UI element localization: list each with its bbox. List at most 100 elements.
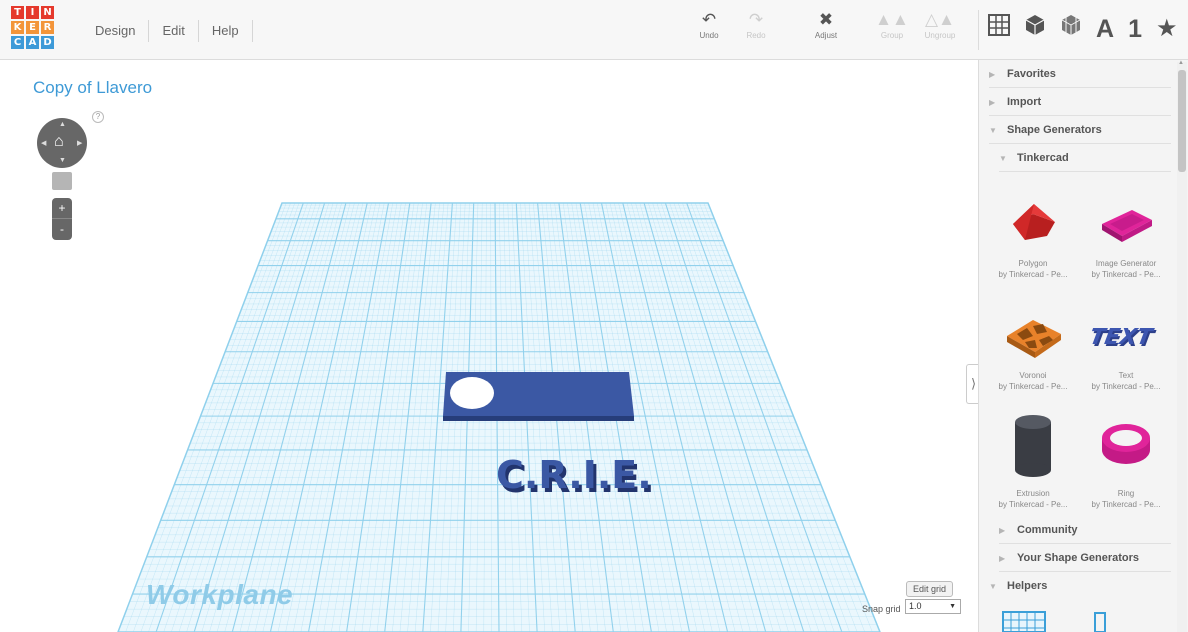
logo-letter: C (11, 36, 24, 49)
section-shape-generators[interactable]: ▼ Shape Generators (989, 116, 1171, 144)
design-title[interactable]: Copy of Llavero (33, 78, 152, 98)
shape-text[interactable]: TEXT TEXT Text by Tinkercad - Pe... (1081, 308, 1171, 392)
toolbar-divider (978, 10, 979, 50)
logo-letter: R (41, 21, 54, 34)
subsection-community[interactable]: ▶ Community (999, 516, 1171, 544)
ungroup-label: Ungroup (924, 31, 956, 40)
shape-name: Extrusion (1016, 489, 1050, 498)
shape-extrusion[interactable]: Extrusion by Tinkercad - Pe... (988, 412, 1078, 510)
section-favorites[interactable]: ▶ Favorites (989, 60, 1171, 88)
zoom-in-button[interactable]: + (52, 198, 72, 219)
scrollbar-thumb[interactable] (1178, 70, 1186, 172)
redo-button[interactable]: ↷ Redo (730, 10, 782, 40)
shape-author: by Tinkercad - Pe... (1091, 270, 1161, 279)
snap-grid-select[interactable]: 1.0 ▼ (905, 599, 961, 614)
section-label: Your Shape Generators (1017, 552, 1140, 564)
shape-name: Image Generator (1095, 259, 1157, 268)
collapse-icon: ▼ (989, 582, 997, 591)
expand-icon: ▶ (989, 98, 996, 107)
adjust-label: Adjust (814, 31, 838, 40)
expand-icon: ▶ (999, 526, 1006, 535)
workplane-grid[interactable]: C.R.I.E.C.R.I.E. (0, 60, 978, 632)
wireframe-cube-icon[interactable] (1060, 14, 1082, 44)
section-label: Tinkercad (1017, 152, 1069, 164)
logo-letter: T (11, 6, 24, 19)
redo-label: Redo (746, 31, 766, 40)
adjust-button[interactable]: ✖ Adjust (800, 10, 852, 40)
logo-letter: N (41, 6, 54, 19)
collapse-icon: ▼ (989, 126, 997, 135)
star-icon[interactable]: ★ (1156, 14, 1178, 44)
orbit-right-icon[interactable]: ▶ (77, 139, 82, 147)
expand-icon: ▶ (999, 554, 1006, 563)
logo-letter: D (41, 36, 54, 49)
shape-name: Text (1118, 371, 1134, 380)
zoom-out-button[interactable]: - (52, 219, 72, 240)
logo-letter: I (26, 6, 39, 19)
group-button[interactable]: ▲▲ Group (866, 10, 918, 40)
shapes-sidebar: ▶ Favorites ▶ Import ▼ Shape Generators ▼ Ti… (978, 60, 1188, 632)
expand-icon: ▶ (989, 70, 996, 79)
solid-cube-icon[interactable] (1024, 14, 1046, 44)
section-label: Helpers (1007, 580, 1048, 592)
image-generator-shape-icon (1102, 210, 1152, 242)
undo-icon: ↶ (701, 10, 717, 29)
text-shape-icon: TEXT TEXT (1091, 324, 1158, 352)
view-cube-button[interactable] (52, 172, 72, 190)
tinkercad-logo[interactable]: T I N K E R C A D (11, 6, 54, 54)
orbit-down-icon[interactable]: ▼ (59, 157, 66, 164)
ungroup-button[interactable]: △▲ Ungroup (914, 10, 966, 40)
extrusion-shape-icon (1015, 415, 1051, 477)
shape-name: Ring (1117, 489, 1135, 498)
shape-image-generator[interactable]: Image Generator by Tinkercad - Pe... (1081, 196, 1171, 280)
subsection-tinkercad[interactable]: ▼ Tinkercad (999, 144, 1171, 172)
section-label: Community (1017, 524, 1078, 536)
helper-ruler-icon[interactable] (1093, 612, 1107, 632)
shape-name: Voronoi (1019, 371, 1047, 380)
shape-voronoi[interactable]: Voronoi by Tinkercad - Pe... (988, 308, 1078, 392)
collapse-icon: ▼ (999, 154, 1007, 163)
helper-workplane-icon[interactable] (1001, 610, 1047, 632)
section-label: Favorites (1007, 68, 1056, 80)
view-icon-bar: A 1 ★ (988, 14, 1177, 44)
orbit-up-icon[interactable]: ▲ (59, 121, 66, 128)
polygon-shape-icon (1013, 204, 1055, 240)
menu-help[interactable]: Help (199, 20, 253, 42)
shape-author: by Tinkercad - Pe... (1091, 500, 1161, 509)
group-icon: ▲▲ (875, 10, 909, 29)
help-icon[interactable]: ? (92, 111, 104, 123)
undo-button[interactable]: ↶ Undo (683, 10, 735, 40)
ring-shape-icon (1102, 424, 1150, 464)
shape-author: by Tinkercad - Pe... (998, 270, 1068, 279)
redo-icon: ↷ (748, 10, 764, 29)
orbit-control[interactable]: ▲ ▼ ◀ ▶ ⌂ (37, 118, 87, 168)
adjust-icon: ✖ (818, 10, 834, 29)
shape-polygon[interactable]: Polygon by Tinkercad - Pe... (988, 196, 1078, 280)
orbit-left-icon[interactable]: ◀ (41, 139, 46, 147)
home-icon[interactable]: ⌂ (54, 133, 64, 151)
text-object[interactable]: C.R.I.E. (496, 453, 652, 497)
letter-shapes-icon[interactable]: A (1096, 14, 1114, 44)
subsection-your-shape-generators[interactable]: ▶ Your Shape Generators (999, 544, 1171, 572)
3d-canvas[interactable]: C.R.I.E. C.R.I.E. Copy of Llavero ? ▲ ▼ ◀… (0, 60, 980, 632)
logo-letter: A (26, 36, 39, 49)
section-import[interactable]: ▶ Import (989, 88, 1171, 116)
keychain-plate[interactable] (443, 372, 634, 421)
snap-grid-value: 1.0 (909, 601, 922, 611)
zoom-control: + - (52, 198, 72, 240)
section-label: Shape Generators (1007, 124, 1102, 136)
main-menu: Design Edit Help (82, 20, 253, 42)
ungroup-icon: △▲ (925, 10, 955, 29)
group-label: Group (880, 31, 904, 40)
chevron-down-icon: ▼ (949, 603, 956, 610)
shape-ring[interactable]: Ring by Tinkercad - Pe... (1081, 412, 1171, 510)
edit-grid-button[interactable]: Edit grid (906, 581, 954, 597)
menu-edit[interactable]: Edit (149, 20, 199, 42)
section-helpers[interactable]: ▼ Helpers (989, 572, 1171, 600)
menu-design[interactable]: Design (82, 20, 150, 42)
scroll-up-icon[interactable]: ▲ (1178, 60, 1184, 66)
number-shapes-icon[interactable]: 1 (1128, 14, 1142, 44)
top-bar: T I N K E R C A D Design Edit Help ↶ Und… (0, 0, 1188, 60)
svg-text:TEXT: TEXT (1091, 324, 1156, 350)
grid-view-icon[interactable] (988, 14, 1010, 44)
